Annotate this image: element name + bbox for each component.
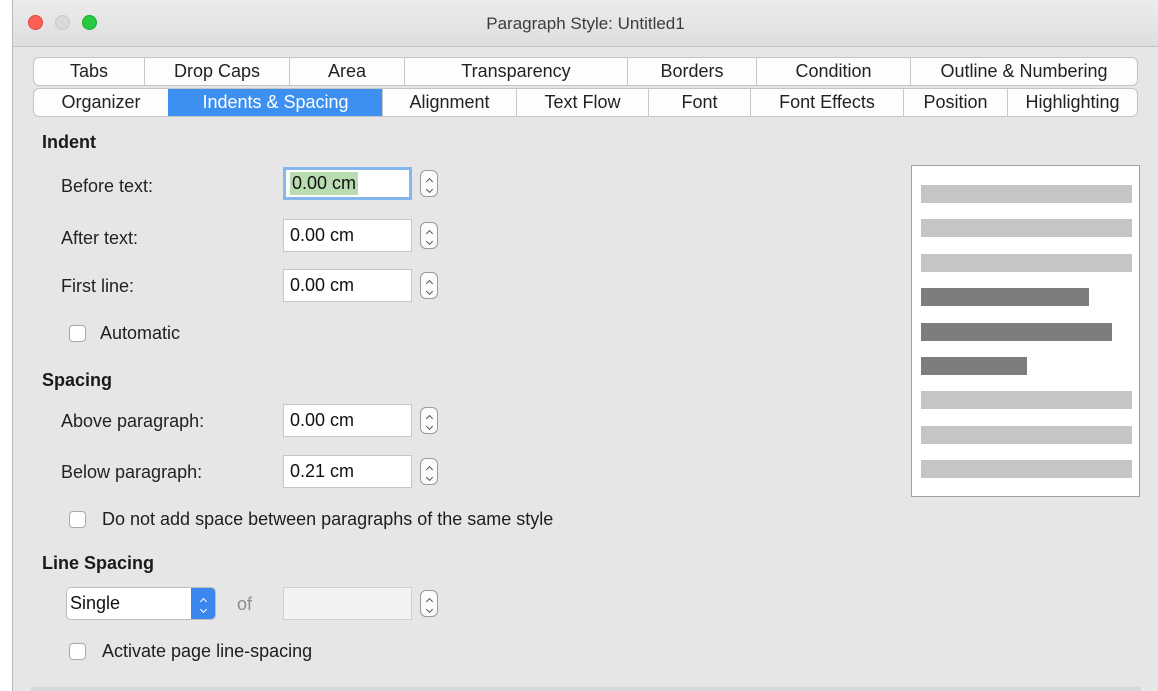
spacing-heading: Spacing [42, 370, 113, 390]
no-space-label: Do not add space between paragraphs of t… [102, 509, 554, 529]
no-space-checkbox[interactable] [69, 511, 86, 528]
tab-position[interactable]: Position [903, 89, 1007, 116]
tab-highlighting[interactable]: Highlighting [1007, 89, 1137, 116]
first-line-field[interactable]: 0.00 cm [283, 269, 412, 302]
title-bar: Paragraph Style: Untitled1 [13, 0, 1158, 47]
preview-line [921, 391, 1132, 409]
after-text-stepper[interactable] [420, 222, 438, 249]
select-arrows-icon[interactable] [191, 588, 215, 619]
below-paragraph-stepper[interactable] [420, 458, 438, 485]
preview-line [921, 219, 1132, 237]
tab-borders[interactable]: Borders [627, 58, 756, 85]
of-label: of [237, 594, 253, 614]
chevron-down-icon [425, 473, 433, 481]
chevron-down-icon [199, 605, 207, 613]
chevron-up-icon [425, 465, 433, 473]
page-line-spacing-label: Activate page line-spacing [102, 641, 313, 661]
first-line-stepper[interactable] [420, 272, 438, 299]
automatic-checkbox[interactable] [69, 325, 86, 342]
line-spacing-select[interactable]: Single [66, 587, 216, 620]
tab-tabs[interactable]: Tabs [34, 58, 144, 85]
tab-row-2: Organizer Indents & Spacing Alignment Te… [33, 88, 1138, 117]
chevron-down-icon [425, 237, 433, 245]
tab-area[interactable]: Area [289, 58, 404, 85]
chevron-up-icon [199, 597, 207, 605]
preview-line-current [921, 288, 1089, 306]
chevron-down-icon [425, 422, 433, 430]
tab-outline-numbering[interactable]: Outline & Numbering [910, 58, 1137, 85]
before-text-field[interactable]: 0.00 cm [283, 167, 412, 200]
page-line-spacing-checkbox-row[interactable]: Activate page line-spacing [69, 641, 312, 662]
above-paragraph-field[interactable]: 0.00 cm [283, 404, 412, 437]
automatic-label: Automatic [100, 323, 181, 343]
line-spacing-select-value: Single [70, 593, 121, 613]
line-spacing-stepper [420, 590, 438, 617]
paragraph-style-dialog: Paragraph Style: Untitled1 Tabs Drop Cap… [12, 0, 1158, 691]
chevron-up-icon [425, 414, 433, 422]
first-line-label: First line: [61, 276, 135, 296]
chevron-up-icon [425, 229, 433, 237]
tab-alignment[interactable]: Alignment [382, 89, 516, 116]
after-text-label: After text: [61, 228, 139, 248]
preview-line [921, 460, 1132, 478]
tab-font[interactable]: Font [648, 89, 750, 116]
tab-row-1: Tabs Drop Caps Area Transparency Borders… [33, 57, 1138, 86]
line-spacing-heading: Line Spacing [42, 553, 155, 573]
chevron-up-icon [425, 279, 433, 287]
line-spacing-value-field [283, 587, 412, 620]
tab-indents-spacing[interactable]: Indents & Spacing [168, 89, 382, 116]
below-paragraph-field[interactable]: 0.21 cm [283, 455, 412, 488]
chevron-up-icon [425, 597, 433, 605]
tab-condition[interactable]: Condition [756, 58, 910, 85]
after-text-field[interactable]: 0.00 cm [283, 219, 412, 252]
tab-transparency[interactable]: Transparency [404, 58, 627, 85]
preview-line-current [921, 357, 1027, 375]
above-paragraph-label: Above paragraph: [61, 411, 205, 431]
automatic-checkbox-row[interactable]: Automatic [69, 323, 180, 344]
chevron-down-icon [425, 287, 433, 295]
tab-text-flow[interactable]: Text Flow [516, 89, 648, 116]
below-paragraph-label: Below paragraph: [61, 462, 203, 482]
chevron-up-icon [425, 177, 433, 185]
chevron-down-icon [425, 185, 433, 193]
page-line-spacing-checkbox[interactable] [69, 643, 86, 660]
before-text-label: Before text: [61, 176, 154, 196]
indent-heading: Indent [42, 132, 96, 152]
window-title: Paragraph Style: Untitled1 [486, 14, 685, 33]
before-text-value: 0.00 cm [290, 172, 359, 195]
tab-font-effects[interactable]: Font Effects [750, 89, 903, 116]
paragraph-preview [911, 165, 1140, 497]
preview-line [921, 185, 1132, 203]
preview-line [921, 254, 1132, 272]
tab-organizer[interactable]: Organizer [34, 89, 168, 116]
dialog-bottom-edge [31, 687, 1141, 691]
preview-line [921, 426, 1132, 444]
no-space-checkbox-row[interactable]: Do not add space between paragraphs of t… [69, 509, 553, 530]
above-paragraph-stepper[interactable] [420, 407, 438, 434]
preview-line-current [921, 323, 1112, 341]
tab-drop-caps[interactable]: Drop Caps [144, 58, 289, 85]
before-text-stepper[interactable] [420, 170, 438, 197]
chevron-down-icon [425, 605, 433, 613]
